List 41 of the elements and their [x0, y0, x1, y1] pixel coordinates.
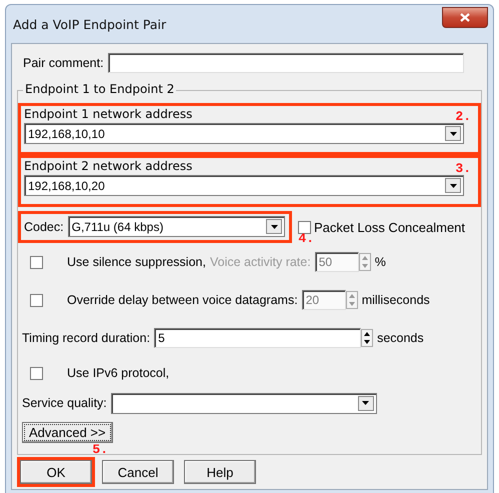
callout-number: 2. [455, 109, 471, 124]
checkbox-label: Packet Loss Concealment [314, 220, 466, 234]
down-arrow-icon[interactable] [364, 340, 370, 344]
dialog-button[interactable]: Cancel [102, 460, 174, 484]
dropdown-arrow-icon[interactable] [362, 401, 370, 405]
number-field[interactable]: 5 [154, 328, 362, 348]
field-label: Endpoint 2 network address [24, 159, 194, 175]
field-label: Endpoint 1 network address [24, 107, 194, 123]
close-icon[interactable] [460, 12, 470, 22]
unit-label: seconds [377, 331, 424, 345]
group-title: Endpoint 1 to Endpoint 2 [23, 82, 176, 96]
spin-buttons[interactable] [361, 329, 374, 347]
dropdown-field[interactable]: G,711u (64 kbps) [68, 216, 285, 237]
checkbox-label: Use silence suppression, [67, 255, 206, 269]
callout-number: 3. [455, 161, 471, 176]
dropdown-arrow-icon[interactable] [450, 132, 456, 136]
dropdown-arrow-icon[interactable] [270, 224, 278, 228]
callout-number: 4. [298, 231, 314, 246]
field-label: Voice activity rate: [210, 255, 311, 269]
dialog-button[interactable]: OK [20, 460, 92, 484]
checkbox-label: Use IPv6 protocol, [67, 366, 170, 380]
text-field[interactable] [108, 53, 464, 73]
unit-label: % [374, 255, 386, 269]
checkbox-label: Override delay between voice datagrams: [67, 293, 298, 307]
field-label: Codec: [24, 220, 64, 234]
close-button[interactable] [442, 6, 488, 28]
field-label: Timing record duration: [22, 331, 150, 345]
checkbox[interactable] [298, 220, 311, 234]
checkbox[interactable] [30, 366, 43, 380]
field-label: Service quality: [22, 396, 107, 410]
window-title: Add a VoIP Endpoint Pair [13, 16, 166, 32]
callout-number: 5. [92, 442, 108, 457]
dropdown-field[interactable]: 192,168,10,10 [24, 123, 464, 144]
dropdown-field[interactable] [110, 392, 377, 414]
field-label: Pair comment: [23, 56, 104, 70]
dialog-button[interactable]: Help [184, 460, 256, 484]
dropdown-field[interactable]: 192,168,10,20 [24, 175, 464, 196]
advanced-button[interactable]: Advanced >> [22, 422, 113, 442]
dropdown-arrow-icon[interactable] [450, 184, 456, 188]
up-arrow-icon[interactable] [364, 332, 370, 336]
unit-label: milliseconds [362, 293, 430, 307]
